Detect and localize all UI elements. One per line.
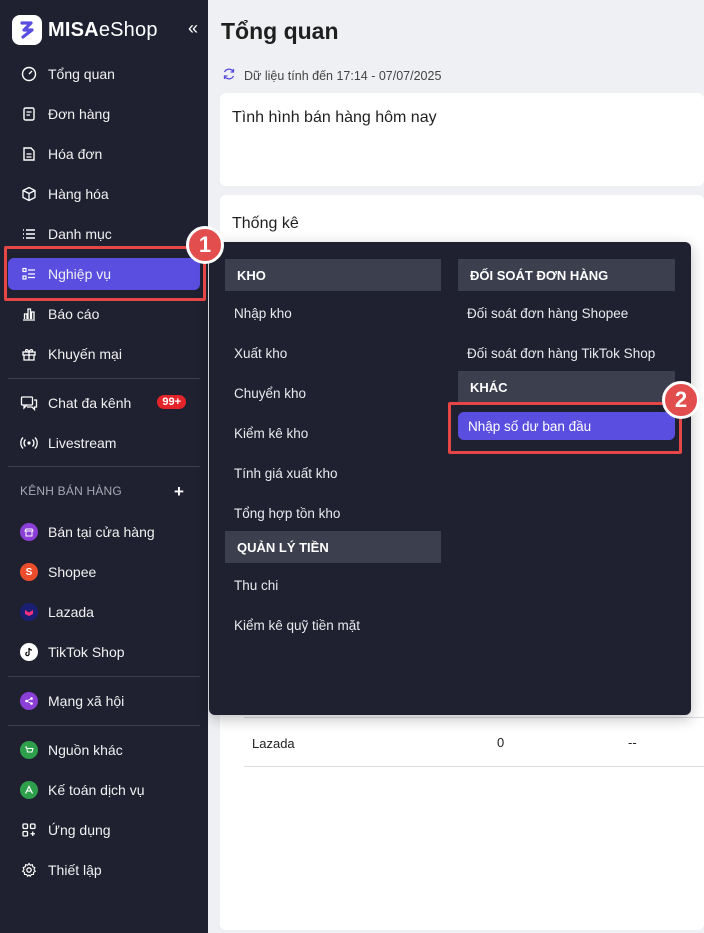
sidebar-item-don-hang[interactable]: Đơn hàng <box>8 98 200 130</box>
highlight-nhap-so-du <box>448 402 682 454</box>
data-timestamp-text: Dữ liệu tính đến 17:14 - 07/07/2025 <box>244 68 442 83</box>
sidebar-item-label: Shopee <box>48 564 97 580</box>
menu-item-xuat-kho[interactable]: Xuất kho <box>234 346 287 361</box>
nghiep-vu-menu: KHO Nhập kho Xuất kho Chuyển kho Kiểm kê… <box>209 242 691 715</box>
invoice-icon <box>20 145 38 163</box>
menu-section-kho: KHO <box>225 259 441 291</box>
collapse-sidebar-icon[interactable]: « <box>188 18 198 39</box>
sidebar-item-khuyen-mai[interactable]: Khuyến mại <box>8 338 200 370</box>
sidebar-item-label: Thiết lập <box>48 862 102 878</box>
channels-section-title: KÊNH BÁN HÀNG <box>20 484 122 498</box>
sidebar-item-label: Ứng dụng <box>48 822 111 838</box>
sidebar-item-label: Nguồn khác <box>48 742 123 758</box>
data-timestamp: Dữ liệu tính đến 17:14 - 07/07/2025 <box>222 67 441 84</box>
sidebar-item-label: Danh mục <box>48 226 112 242</box>
menu-item-nhap-kho[interactable]: Nhập kho <box>234 306 292 321</box>
sidebar-item-ung-dung[interactable]: Ứng dụng <box>8 814 200 846</box>
page-title: Tổng quan <box>221 18 339 44</box>
step-1-marker: 1 <box>186 226 224 264</box>
menu-item-kiem-ke-quy[interactable]: Kiểm kê quỹ tiền mặt <box>234 618 360 633</box>
sidebar-item-tiktok-shop[interactable]: TikTok Shop <box>8 636 200 668</box>
highlight-nghiep-vu <box>4 246 206 301</box>
sidebar-item-label: Báo cáo <box>48 306 100 322</box>
sidebar-item-label: Hàng hóa <box>48 186 109 202</box>
logo-light: eShop <box>98 18 158 41</box>
menu-item-tinh-gia-xuat-kho[interactable]: Tính giá xuất kho <box>234 466 338 481</box>
sidebar-item-bao-cao[interactable]: Báo cáo <box>8 298 200 330</box>
sidebar-divider <box>8 725 200 726</box>
menu-item-tong-hop-ton-kho[interactable]: Tổng hợp tồn kho <box>234 506 340 521</box>
list-icon <box>20 225 38 243</box>
add-channel-icon[interactable]: + <box>174 482 184 502</box>
sidebar-divider <box>8 676 200 677</box>
social-network-icon <box>20 692 38 710</box>
menu-item-kiem-ke-kho[interactable]: Kiểm kê kho <box>234 426 308 441</box>
unread-badge: 99+ <box>157 395 186 409</box>
menu-section-khac: KHÁC <box>458 371 675 403</box>
gift-icon <box>20 345 38 363</box>
accounting-icon <box>20 781 38 799</box>
sidebar-item-label: Chat đa kênh <box>48 395 132 411</box>
table-cell-channel: Lazada <box>252 736 295 751</box>
logo-icon <box>12 15 42 45</box>
sidebar-item-shopee[interactable]: S Shopee <box>8 556 200 588</box>
logo-bold: MISA <box>48 18 99 41</box>
lazada-icon <box>20 603 38 621</box>
sidebar-item-label: TikTok Shop <box>48 644 125 660</box>
sidebar-item-ban-tai-cua-hang[interactable]: Bán tại cửa hàng <box>8 516 200 548</box>
shopee-icon: S <box>20 563 38 581</box>
sidebar: MISAeShop « Tổng quan Đơn hàng Hóa đơn H… <box>0 0 208 933</box>
sidebar-item-ke-toan-dich-vu[interactable]: Kế toán dịch vụ <box>8 774 200 806</box>
order-icon <box>20 105 38 123</box>
menu-item-doi-soat-shopee[interactable]: Đối soát đơn hàng Shopee <box>467 306 628 321</box>
sidebar-item-hang-hoa[interactable]: Hàng hóa <box>8 178 200 210</box>
sidebar-divider <box>8 378 200 379</box>
sidebar-item-label: Hóa đơn <box>48 146 103 162</box>
sidebar-divider <box>8 466 200 467</box>
chat-icon <box>20 394 38 412</box>
sidebar-item-label: Kế toán dịch vụ <box>48 782 145 798</box>
store-icon <box>20 523 38 541</box>
sidebar-item-label: Tổng quan <box>48 66 115 82</box>
refresh-icon[interactable] <box>222 67 236 84</box>
sidebar-item-lazada[interactable]: Lazada <box>8 596 200 628</box>
menu-section-doi-soat: ĐỐI SOÁT ĐƠN HÀNG <box>458 259 675 291</box>
menu-section-quan-ly-tien: QUẢN LÝ TIỀN <box>225 531 441 563</box>
sidebar-item-label: Livestream <box>48 435 117 451</box>
sidebar-item-nguon-khac[interactable]: Nguồn khác <box>8 734 200 766</box>
table-cell-other: -- <box>628 735 637 750</box>
broadcast-icon <box>20 434 38 452</box>
menu-item-doi-soat-tiktok[interactable]: Đối soát đơn hàng TikTok Shop <box>467 346 655 361</box>
tiktok-icon <box>20 643 38 661</box>
sidebar-item-label: Đơn hàng <box>48 106 111 122</box>
sidebar-item-label: Bán tại cửa hàng <box>48 524 155 540</box>
menu-item-chuyen-kho[interactable]: Chuyển kho <box>234 386 306 401</box>
table-row-divider <box>244 717 704 718</box>
today-sales-card: Tình hình bán hàng hôm nay <box>220 93 704 186</box>
report-icon <box>20 305 38 323</box>
gear-icon <box>20 861 38 879</box>
box-icon <box>20 185 38 203</box>
sidebar-item-chat[interactable]: Chat đa kênh 99+ <box>8 387 200 419</box>
app-logo[interactable]: MISAeShop « <box>12 14 202 46</box>
table-row-divider <box>244 766 704 767</box>
sidebar-item-label: Mạng xã hội <box>48 693 125 709</box>
sidebar-item-hoa-don[interactable]: Hóa đơn <box>8 138 200 170</box>
cart-icon <box>20 741 38 759</box>
sidebar-item-livestream[interactable]: Livestream <box>8 427 200 459</box>
apps-icon <box>20 821 38 839</box>
logo-text: MISAeShop <box>48 19 158 42</box>
sidebar-item-mang-xa-hoi[interactable]: Mạng xã hội <box>8 685 200 717</box>
sidebar-item-tong-quan[interactable]: Tổng quan <box>8 58 200 90</box>
sidebar-item-thiet-lap[interactable]: Thiết lập <box>8 854 200 886</box>
menu-item-thu-chi[interactable]: Thu chi <box>234 578 278 593</box>
gauge-icon <box>20 65 38 83</box>
sidebar-item-label: Lazada <box>48 604 94 620</box>
stats-title: Thống kê <box>232 215 299 232</box>
today-sales-title: Tình hình bán hàng hôm nay <box>232 109 437 126</box>
table-cell-value: 0 <box>497 735 505 750</box>
sidebar-item-label: Khuyến mại <box>48 346 122 362</box>
step-2-marker: 2 <box>662 381 700 419</box>
